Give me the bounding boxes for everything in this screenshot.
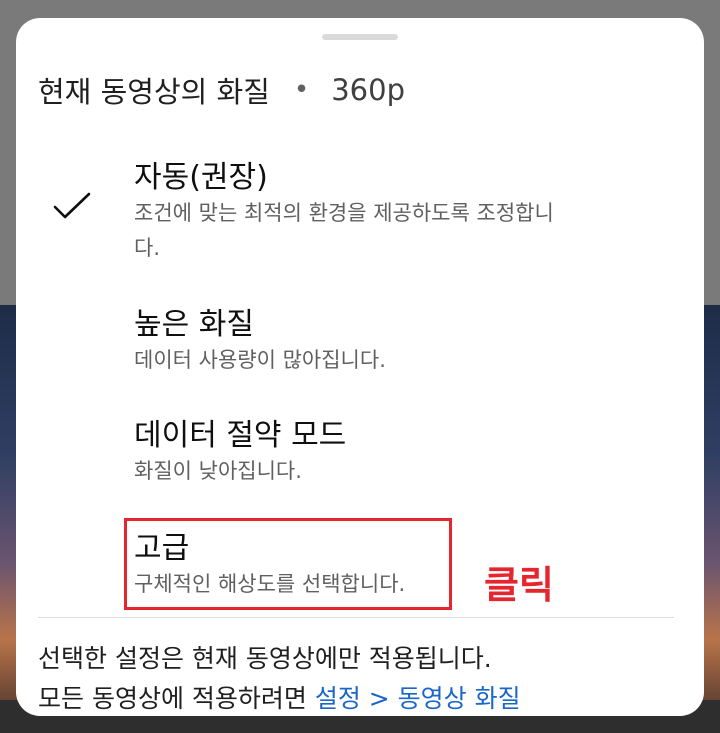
sheet-header: 현재 동영상의 화질 • 360p <box>38 70 405 110</box>
quality-bottom-sheet: 현재 동영상의 화질 • 360p 자동(권장) 조건에 맞는 최적의 환경을 … <box>16 18 704 716</box>
header-title: 현재 동영상의 화질 <box>38 75 270 109</box>
option-description: 데이터 사용량이 많아집니다. <box>134 348 386 372</box>
header-separator: • <box>293 75 310 105</box>
drag-handle[interactable] <box>322 34 398 40</box>
footer-line-2: 모든 동영상에 적용하려면 설정 > 동영상 화질 <box>38 679 521 716</box>
footer-note: 선택한 설정은 현재 동영상에만 적용됩니다. 모든 동영상에 적용하려면 설정… <box>38 639 521 716</box>
option-title: 데이터 절약 모드 <box>134 418 347 453</box>
option-auto[interactable]: 자동(권장) 조건에 맞는 최적의 환경을 제공하도록 조정합니다. <box>16 152 704 264</box>
checkmark-icon <box>53 192 91 219</box>
highlight-box <box>124 518 452 610</box>
option-description: 화질이 낮아집니다. <box>134 459 302 483</box>
footer-line-2-prefix: 모든 동영상에 적용하려면 <box>38 684 315 713</box>
option-high-quality[interactable]: 높은 화질 데이터 사용량이 많아집니다. <box>16 299 704 379</box>
settings-quality-link[interactable]: 설정 > 동영상 화질 <box>315 684 521 713</box>
option-title: 높은 화질 <box>134 307 254 342</box>
click-annotation: 클릭 <box>484 563 554 607</box>
option-data-saver[interactable]: 데이터 절약 모드 화질이 낮아집니다. <box>16 410 704 490</box>
footer-line-1: 선택한 설정은 현재 동영상에만 적용됩니다. <box>38 644 492 673</box>
option-description: 조건에 맞는 최적의 환경을 제공하도록 조정합니다. <box>134 201 554 260</box>
option-title: 자동(권장) <box>134 160 268 195</box>
current-resolution: 360p <box>331 73 405 107</box>
divider <box>38 617 674 618</box>
